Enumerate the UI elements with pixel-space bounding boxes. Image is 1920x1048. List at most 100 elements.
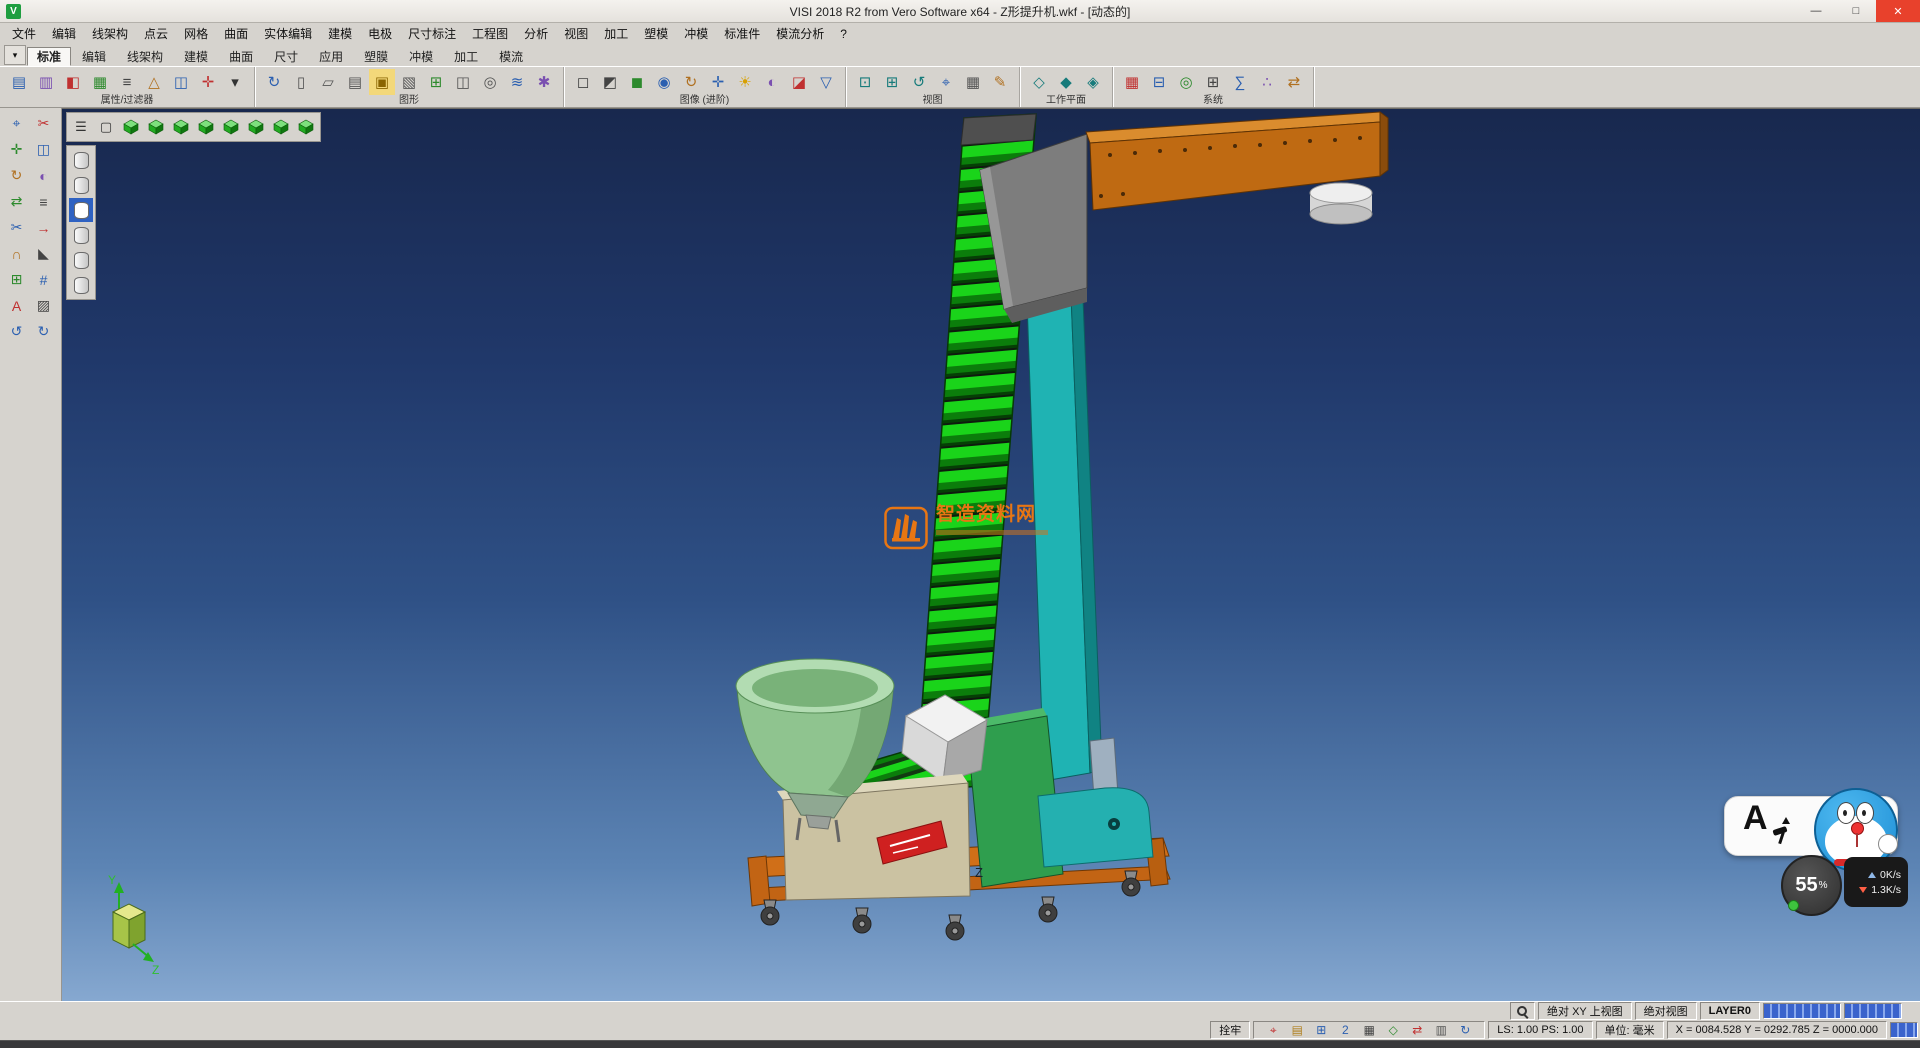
tab-wireframe[interactable]: 线架构: [117, 47, 173, 66]
menu-machining[interactable]: 加工: [596, 23, 636, 44]
menu-dimension[interactable]: 尺寸标注: [400, 23, 464, 44]
rendered-mode-icon[interactable]: ◉: [651, 69, 677, 95]
open-graphic-icon[interactable]: ▱: [315, 69, 341, 95]
quick-filter-icon[interactable]: ✛: [195, 69, 221, 95]
hatch-icon[interactable]: ▨: [31, 293, 56, 318]
model-structure-icon[interactable]: ≋: [504, 69, 530, 95]
viewport-3d[interactable]: [62, 108, 1920, 1001]
tab-standard[interactable]: 标准: [27, 47, 71, 66]
menu-analysis[interactable]: 分析: [516, 23, 556, 44]
redo-icon[interactable]: ↻: [31, 319, 56, 344]
workplane-entity-icon[interactable]: ◆: [1053, 69, 1079, 95]
menu-edit[interactable]: 编辑: [44, 23, 84, 44]
refresh-graphics-icon[interactable]: ↻: [261, 69, 287, 95]
status-view-lock[interactable]: 绝对 XY 上视图: [1538, 1002, 1632, 1020]
status-units[interactable]: 单位: 毫米: [1596, 1021, 1664, 1039]
menu-electrode[interactable]: 电极: [360, 23, 400, 44]
menu-surface[interactable]: 曲面: [216, 23, 256, 44]
selection-mask-icon[interactable]: ◫: [168, 69, 194, 95]
tab-die[interactable]: 冲模: [399, 47, 443, 66]
layer-palette-item-2[interactable]: [69, 173, 93, 197]
tab-modeling[interactable]: 建模: [174, 47, 218, 66]
attributes-copy-icon[interactable]: ▥: [33, 69, 59, 95]
workplane-view-icon[interactable]: ◈: [1080, 69, 1106, 95]
layer-palette-item-3[interactable]: [69, 198, 93, 222]
maximize-button[interactable]: □: [1836, 0, 1876, 22]
display-settings-icon[interactable]: ⊟: [1146, 69, 1172, 95]
grid-display-icon[interactable]: ▥: [1430, 1022, 1452, 1038]
hidden-line-icon[interactable]: ◩: [597, 69, 623, 95]
layer-palette-item-4[interactable]: [69, 223, 93, 247]
menu-file[interactable]: 文件: [4, 23, 44, 44]
color-table-icon[interactable]: ▦: [1119, 69, 1145, 95]
trim-icon[interactable]: ✂: [4, 215, 29, 240]
color-filter-icon[interactable]: ◧: [60, 69, 86, 95]
menu-help[interactable]: ?: [832, 23, 855, 44]
workplane-xy-icon[interactable]: ◇: [1026, 69, 1052, 95]
layer-palette-item-5[interactable]: [69, 248, 93, 272]
pan-view-icon[interactable]: ✛: [705, 69, 731, 95]
tab-molding[interactable]: 塑膜: [354, 47, 398, 66]
insert-graphic-icon[interactable]: ⊞: [423, 69, 449, 95]
solids-mode-icon[interactable]: ▦: [1358, 1022, 1380, 1038]
properties-icon[interactable]: ▤: [6, 69, 32, 95]
status-layer[interactable]: LAYER0: [1700, 1002, 1760, 1020]
select-filter-icon[interactable]: ⌖: [1262, 1022, 1284, 1038]
menu-solid-edit[interactable]: 实体编辑: [256, 23, 320, 44]
layer-filter-icon[interactable]: ▦: [87, 69, 113, 95]
status-scale[interactable]: LS: 1.00 PS: 1.00: [1488, 1021, 1592, 1039]
copy-graphic-icon[interactable]: ◫: [450, 69, 476, 95]
world-icon[interactable]: ◎: [1173, 69, 1199, 95]
minimize-button[interactable]: —: [1796, 0, 1836, 22]
offset-icon[interactable]: ≡: [31, 189, 56, 214]
select-icon[interactable]: ⌖: [4, 111, 29, 136]
menu-view[interactable]: 视图: [556, 23, 596, 44]
view-manager-icon[interactable]: ▦: [960, 69, 986, 95]
layer-palette-item-6[interactable]: [69, 273, 93, 297]
background-icon[interactable]: ▽: [813, 69, 839, 95]
spreadsheet-icon[interactable]: ⊞: [1200, 69, 1226, 95]
view-dynamic-icon[interactable]: [294, 115, 318, 139]
ucs-icon[interactable]: ◇: [1382, 1022, 1404, 1038]
array-icon[interactable]: ⊞: [4, 267, 29, 292]
wireframe-mode-icon[interactable]: ◻: [570, 69, 596, 95]
menu-standard-parts[interactable]: 标准件: [716, 23, 768, 44]
status-view-abs[interactable]: 绝对视图: [1635, 1002, 1697, 1020]
snap-grid-icon[interactable]: ⊞: [1310, 1022, 1332, 1038]
point-cloud-icon[interactable]: ∴: [1254, 69, 1280, 95]
graphic-settings-icon[interactable]: ✱: [531, 69, 557, 95]
new-graphic-icon[interactable]: ▯: [288, 69, 314, 95]
view-back-icon[interactable]: [244, 115, 268, 139]
material-icon[interactable]: ◐: [759, 69, 785, 95]
view-right-icon[interactable]: [219, 115, 243, 139]
section-view-icon[interactable]: ◪: [786, 69, 812, 95]
viewport-menu-icon[interactable]: ☰: [69, 115, 93, 139]
measure-icon[interactable]: #: [31, 267, 56, 292]
tab-overflow-chevron-icon[interactable]: ▾: [4, 45, 26, 65]
tab-edit[interactable]: 编辑: [72, 47, 116, 66]
viewport-layout-icon[interactable]: ▢: [94, 115, 118, 139]
move-icon[interactable]: ✛: [4, 137, 29, 162]
stretch-icon[interactable]: ⇄: [4, 189, 29, 214]
tab-surface[interactable]: 曲面: [219, 47, 263, 66]
copy-icon[interactable]: ◫: [31, 137, 56, 162]
toolbar-overflow-chevron[interactable]: ▾: [222, 69, 248, 95]
view-top-icon[interactable]: [144, 115, 168, 139]
percent-circle[interactable]: 55%: [1781, 855, 1842, 916]
layer-palette-item-1[interactable]: [69, 148, 93, 172]
view-front-icon[interactable]: [169, 115, 193, 139]
erase-icon[interactable]: ✂: [31, 111, 56, 136]
menu-drawing[interactable]: 工程图: [464, 23, 516, 44]
menu-point-cloud[interactable]: 点云: [136, 23, 176, 44]
dynamic-view-icon[interactable]: ↻: [678, 69, 704, 95]
graphic-properties-icon[interactable]: ▧: [396, 69, 422, 95]
light-settings-icon[interactable]: ☀: [732, 69, 758, 95]
graphic-database-icon[interactable]: ◎: [477, 69, 503, 95]
tab-application[interactable]: 应用: [309, 47, 353, 66]
status-search-cell[interactable]: [1510, 1002, 1535, 1020]
menu-flow-analysis[interactable]: 模流分析: [768, 23, 832, 44]
chamfer-icon[interactable]: ◣: [31, 241, 56, 266]
layer-indicator-icon[interactable]: 2: [1334, 1022, 1356, 1038]
fillet-icon[interactable]: ∩: [4, 241, 29, 266]
swap-view-icon[interactable]: ⇄: [1406, 1022, 1428, 1038]
